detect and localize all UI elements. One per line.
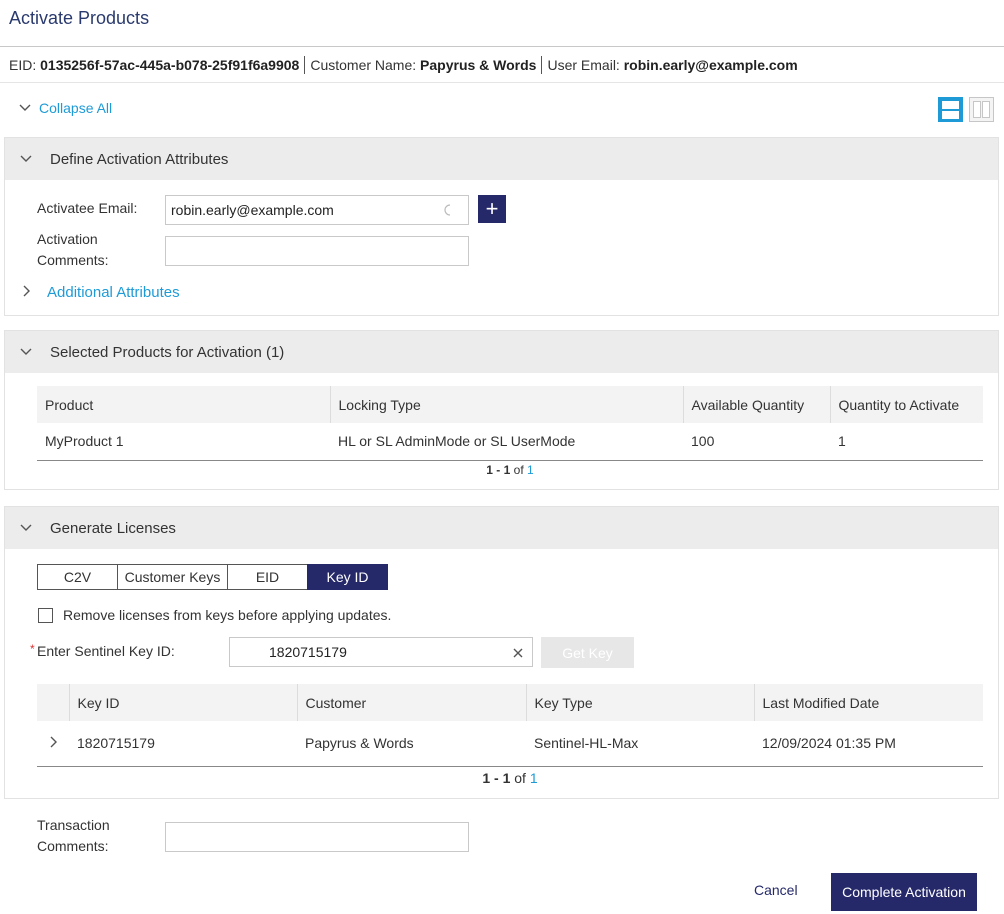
tab-key-id[interactable]: Key ID — [307, 564, 388, 590]
table-cell: 12/09/2024 01:35 PM — [754, 721, 983, 767]
column-header[interactable]: Key Type — [526, 684, 755, 721]
list-view-icon[interactable] — [938, 97, 963, 122]
table-cell: 1 — [830, 423, 983, 461]
eid-label: EID: — [9, 56, 37, 73]
column-header[interactable]: Customer — [297, 684, 527, 721]
table-row[interactable]: 1820715179 Papyrus & Words Sentinel-HL-M… — [37, 721, 983, 767]
pager-of: of — [513, 463, 524, 477]
complete-activation-button[interactable]: Complete Activation — [831, 873, 977, 911]
table-cell: 1820715179 — [69, 721, 297, 767]
pager-total[interactable]: 1 — [527, 463, 534, 477]
activation-comments-input[interactable] — [165, 236, 469, 266]
activation-comments-label-line2: Comments: — [37, 252, 109, 268]
expand-row-cell[interactable] — [37, 721, 69, 767]
activatee-email-value: robin.early@example.com — [171, 202, 334, 218]
tab-c2v[interactable]: C2V — [37, 564, 118, 590]
chevron-right-icon[interactable] — [22, 284, 32, 298]
activation-comments-label-line1: Activation — [37, 231, 98, 247]
remove-licenses-label: Remove licenses from keys before applyin… — [63, 607, 392, 623]
selected-products-title: Selected Products for Activation (1) — [50, 343, 285, 361]
chevron-down-icon — [20, 155, 32, 162]
table-cell: Sentinel-HL-Max — [526, 721, 754, 767]
table-header-row: Product Locking Type Available Quantity … — [37, 386, 983, 423]
selected-products-table: Product Locking Type Available Quantity … — [37, 386, 983, 461]
clear-icon[interactable] — [513, 648, 523, 658]
products-pager: 1 - 1 of 1 — [37, 463, 983, 477]
activatee-email-label: Activatee Email: — [37, 200, 138, 216]
sentinel-key-id-value: 1820715179 — [269, 644, 347, 660]
table-cell: Papyrus & Words — [297, 721, 526, 767]
info-separator — [541, 55, 543, 74]
transaction-comments-label: Transaction Comments: — [37, 815, 110, 857]
sentinel-key-id-input[interactable]: 1820715179 — [229, 637, 533, 667]
pager-range: 1 - 1 — [486, 463, 511, 477]
table-header-row: Key ID Customer Key Type Last Modified D… — [37, 684, 983, 721]
column-header[interactable]: Key ID — [69, 684, 298, 721]
pager-total[interactable]: 1 — [530, 770, 538, 786]
column-header[interactable]: Available Quantity — [683, 386, 831, 423]
pager-of: of — [514, 770, 526, 786]
page-title: Activate Products — [9, 8, 150, 28]
transaction-comments-label-line2: Comments: — [37, 838, 109, 854]
email-value: robin.early@example.com — [623, 56, 798, 73]
customer-value: Papyrus & Words — [420, 56, 537, 73]
eid-value: 0135256f-57ac-445a-b078-25f91f6a9908 — [40, 56, 300, 73]
email-label: User Email: — [547, 56, 620, 73]
info-bar: EID: 0135256f-57ac-445a-b078-25f91f6a990… — [0, 47, 1004, 83]
info-separator — [304, 55, 306, 74]
grid-view-icon[interactable] — [969, 97, 994, 122]
table-cell: 100 — [683, 423, 830, 461]
column-header[interactable]: Product — [37, 386, 331, 423]
cancel-button[interactable]: Cancel — [754, 882, 798, 898]
generate-licenses-title: Generate Licenses — [50, 519, 176, 537]
chevron-down-icon — [20, 524, 32, 531]
sentinel-key-id-label: Enter Sentinel Key ID: — [37, 643, 175, 659]
chevron-down-icon — [19, 104, 31, 111]
generate-licenses-header[interactable]: Generate Licenses — [5, 507, 998, 549]
additional-attributes-link[interactable]: Additional Attributes — [47, 284, 180, 301]
table-cell: HL or SL AdminMode or SL UserMode — [330, 423, 683, 461]
column-header[interactable]: Quantity to Activate — [830, 386, 983, 423]
remove-licenses-checkbox[interactable] — [38, 608, 53, 623]
keys-table: Key ID Customer Key Type Last Modified D… — [37, 684, 983, 767]
collapse-all-label: Collapse All — [39, 100, 113, 116]
required-mark: * — [30, 642, 35, 656]
transaction-comments-label-line1: Transaction — [37, 817, 110, 833]
loading-spinner-icon — [444, 204, 451, 216]
activation-attributes-header[interactable]: Define Activation Attributes — [5, 138, 998, 180]
activation-attributes-title: Define Activation Attributes — [50, 150, 229, 168]
tab-customer-keys[interactable]: Customer Keys — [117, 564, 228, 590]
customer-label: Customer Name: — [310, 56, 417, 73]
table-cell: MyProduct 1 — [37, 423, 330, 461]
keys-pager: 1 - 1 of 1 — [37, 770, 983, 786]
activation-comments-label: Activation Comments: — [37, 229, 109, 271]
chevron-down-icon — [20, 348, 32, 355]
tab-eid[interactable]: EID — [227, 564, 308, 590]
pager-range: 1 - 1 — [482, 770, 511, 786]
chevron-right-icon[interactable] — [49, 735, 59, 749]
get-key-button[interactable]: Get Key — [541, 637, 634, 668]
activatee-email-input[interactable]: robin.early@example.com — [165, 195, 469, 225]
selected-products-header[interactable]: Selected Products for Activation (1) — [5, 331, 998, 373]
transaction-comments-input[interactable] — [165, 822, 469, 852]
column-header[interactable]: Locking Type — [330, 386, 684, 423]
expand-column-header — [37, 684, 70, 721]
collapse-all-link[interactable]: Collapse All — [18, 100, 112, 116]
add-email-button[interactable]: + — [478, 195, 506, 223]
table-row[interactable]: MyProduct 1 HL or SL AdminMode or SL Use… — [37, 423, 983, 461]
column-header[interactable]: Last Modified Date — [754, 684, 983, 721]
